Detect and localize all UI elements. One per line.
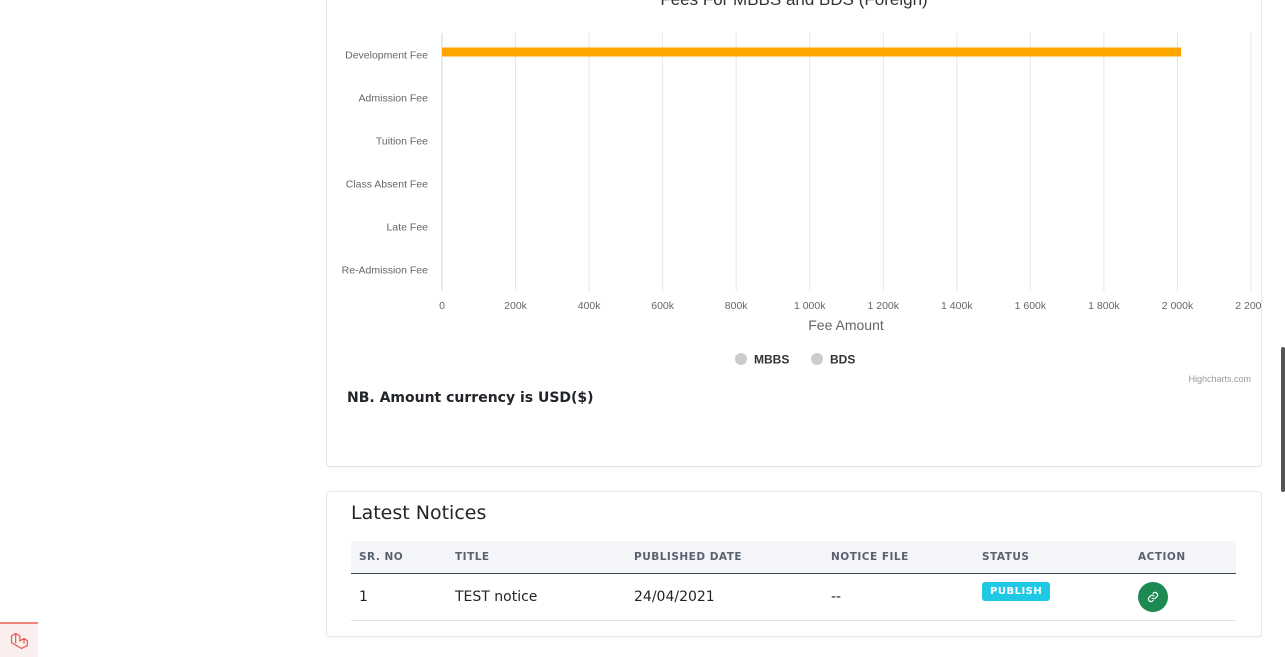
- x-tick-label: 1 600k: [1015, 300, 1047, 312]
- x-tick-label: 400k: [578, 300, 602, 312]
- x-tick-label: 600k: [651, 300, 675, 312]
- cell-status: PUBLISH: [974, 573, 1130, 621]
- chart-title: Fees For MBBS and BDS (Foreign): [660, 0, 927, 9]
- x-tick-label: 1 000k: [794, 300, 826, 312]
- currency-note: NB. Amount currency is USD($): [347, 390, 594, 406]
- cell-title: TEST notice: [447, 573, 626, 621]
- table-row: 1 TEST notice 24/04/2021 -- PUBLISH: [351, 573, 1236, 621]
- legend-marker: [811, 353, 823, 365]
- col-notice-file: NOTICE FILE: [823, 541, 974, 574]
- view-notice-button[interactable]: [1138, 582, 1168, 612]
- x-tick-label: 1 200k: [868, 300, 900, 312]
- notices-heading: Latest Notices: [351, 502, 487, 524]
- legend-marker: [735, 353, 747, 365]
- category-label: Tuition Fee: [376, 136, 428, 148]
- col-status: STATUS: [974, 541, 1130, 574]
- x-tick-label: 200k: [504, 300, 528, 312]
- category-label: Admission Fee: [359, 93, 429, 105]
- col-sr-no: SR. NO: [351, 541, 447, 574]
- x-tick-label: 2 200k: [1235, 300, 1261, 312]
- table-header-row: SR. NO TITLE PUBLISHED DATE NOTICE FILE …: [351, 541, 1236, 574]
- page-scrollbar[interactable]: [1281, 347, 1285, 492]
- highcharts-credits: Highcharts.com: [1188, 374, 1251, 384]
- link-icon: [1147, 591, 1159, 603]
- col-action: ACTION: [1130, 541, 1236, 574]
- bar-bds: [442, 47, 1182, 57]
- x-tick-label: 0: [439, 300, 445, 312]
- col-published-date: PUBLISHED DATE: [626, 541, 823, 574]
- legend-item[interactable]: MBBS: [754, 353, 789, 367]
- col-title: TITLE: [447, 541, 626, 574]
- x-tick-label: 1 400k: [941, 300, 973, 312]
- debugbar-toggle[interactable]: [0, 622, 38, 657]
- cell-date: 24/04/2021: [626, 573, 823, 621]
- cell-sr-no: 1: [351, 573, 447, 621]
- latest-notices-card: Latest Notices SR. NO TITLE PUBLISHED DA…: [326, 491, 1262, 637]
- x-tick-label: 2 000k: [1162, 300, 1194, 312]
- category-label: Re-Admission Fee: [342, 265, 429, 277]
- category-label: Development Fee: [345, 50, 428, 62]
- laravel-logo-icon: [10, 632, 28, 649]
- cell-action: [1130, 573, 1236, 621]
- category-label: Late Fee: [387, 222, 429, 234]
- notices-table: SR. NO TITLE PUBLISHED DATE NOTICE FILE …: [351, 541, 1236, 621]
- fees-chart-card: Fees For MBBS and BDS (Foreign) 0 200k 400k…: [326, 0, 1262, 467]
- category-label: Class Absent Fee: [346, 179, 428, 191]
- x-tick-label: 800k: [725, 300, 749, 312]
- legend-item[interactable]: BDS: [830, 353, 855, 367]
- status-badge: PUBLISH: [982, 581, 1051, 601]
- x-tick-label: 1 800k: [1088, 300, 1120, 312]
- x-axis-label: Fee Amount: [808, 317, 884, 333]
- cell-file: --: [823, 573, 974, 621]
